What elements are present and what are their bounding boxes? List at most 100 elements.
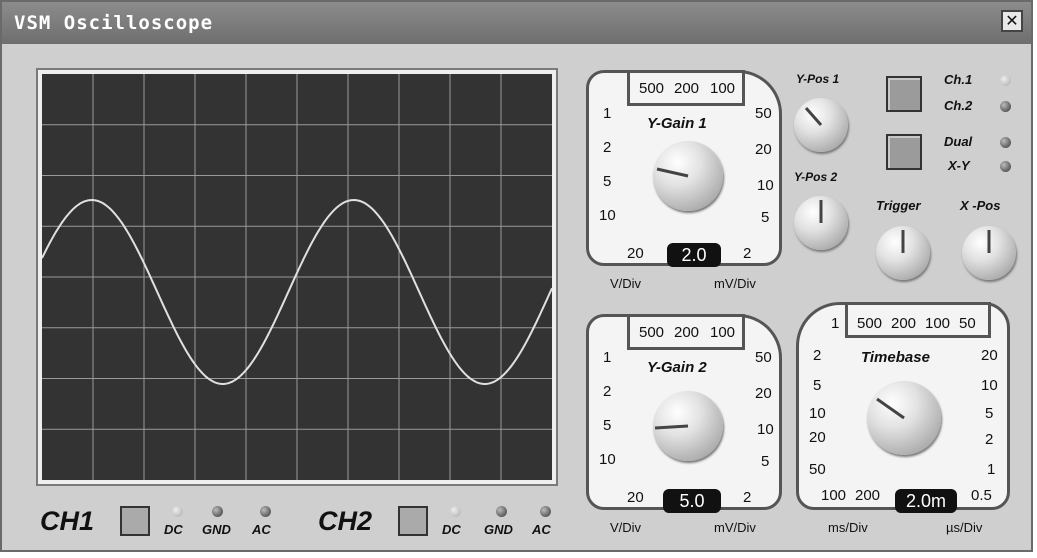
y-pos-2-knob[interactable] <box>794 196 848 250</box>
ch1-gnd-label: GND <box>202 522 231 537</box>
gain2-top-200: 200 <box>674 324 700 341</box>
ypos2-label: Y-Pos 2 <box>794 170 838 184</box>
xpos-label: X -Pos <box>960 198 1001 213</box>
gain1-unit-right: mV/Div <box>714 276 756 291</box>
tb-right-20: 20 <box>981 347 998 364</box>
ch1-ac-label: AC <box>252 522 271 537</box>
timebase-display: 2.0m <box>895 489 957 513</box>
mode-ch1-label: Ch.1 <box>944 72 973 87</box>
y-gain-2-knob[interactable] <box>653 391 723 461</box>
gain2-left-1: 1 <box>603 349 612 366</box>
gain1-right-10: 10 <box>757 177 774 194</box>
mode-ch2-label: Ch.2 <box>944 98 973 113</box>
gain1-right-20: 20 <box>755 141 772 158</box>
ch2-gnd-label: GND <box>484 522 513 537</box>
gain2-display: 5.0 <box>663 489 721 513</box>
timebase-unit-left: ms/Div <box>828 520 868 535</box>
gain2-unit-right: mV/Div <box>714 520 756 535</box>
tb-right-5: 5 <box>985 405 994 422</box>
ch1-gnd-led-icon <box>212 506 223 517</box>
trigger-knob[interactable] <box>876 226 930 280</box>
mode-xy-label: X-Y <box>948 158 970 173</box>
ch1-dc-led-icon <box>172 506 183 517</box>
tb-right-10: 10 <box>981 377 998 394</box>
title-bar[interactable]: VSM Oscilloscope ✕ <box>2 2 1031 44</box>
ch1-dc-label: DC <box>164 522 183 537</box>
scope-screen <box>42 74 552 480</box>
gain1-unit-left: V/Div <box>610 276 642 291</box>
gain2-left-5: 5 <box>603 417 612 434</box>
gain1-left-10: 10 <box>599 207 616 224</box>
ch2-dc-label: DC <box>442 522 461 537</box>
gain2-left-20: 20 <box>627 489 644 506</box>
tb-right-1: 1 <box>987 461 996 478</box>
gain2-left-10: 10 <box>599 451 616 468</box>
ch2-led-icon <box>1000 101 1011 112</box>
gain2-right-10: 10 <box>757 421 774 438</box>
gain1-left-5: 5 <box>603 173 612 190</box>
y-gain-1-panel: 500 200 100 1 2 5 10 20 50 20 10 5 2 Y-G… <box>586 70 782 267</box>
ch2-coupling-button[interactable] <box>398 506 428 536</box>
tb-top-100: 100 <box>925 315 951 332</box>
y-gain-2-panel: 500 200 100 1 2 5 10 20 50 20 10 5 2 Y-G… <box>586 314 782 513</box>
gain2-top-100: 100 <box>710 324 736 341</box>
y-pos-1-knob[interactable] <box>794 98 848 152</box>
ch1-ac-led-icon <box>260 506 271 517</box>
gain2-right-50: 50 <box>755 349 772 366</box>
ypos1-label: Y-Pos 1 <box>796 72 840 86</box>
gain2-title: Y-Gain 2 <box>647 359 707 376</box>
tb-right-0-5: 0.5 <box>971 487 992 504</box>
gain1-right-2: 2 <box>743 245 752 262</box>
tb-left-5: 5 <box>813 377 822 394</box>
tb-top-1: 1 <box>831 315 840 332</box>
tb-left-10: 10 <box>809 405 826 422</box>
ch2-dc-led-icon <box>450 506 461 517</box>
ch1-coupling-button[interactable] <box>120 506 150 536</box>
ch2-label: CH2 <box>318 506 373 536</box>
timebase-knob[interactable] <box>867 381 941 455</box>
ch1-led-icon <box>1000 75 1011 86</box>
gain1-top-200: 200 <box>674 80 700 97</box>
gain1-left-2: 2 <box>603 139 612 156</box>
window-title: VSM Oscilloscope <box>14 12 214 34</box>
gain2-top-500: 500 <box>639 324 665 341</box>
waveform-graph <box>42 74 552 480</box>
tb-top-50: 50 <box>959 315 976 332</box>
tb-right-2: 2 <box>985 431 994 448</box>
ch2-ac-led-icon <box>540 506 551 517</box>
close-button[interactable]: ✕ <box>1001 10 1023 32</box>
gain1-right-5: 5 <box>761 209 770 226</box>
gain1-title: Y-Gain 1 <box>647 115 707 132</box>
tb-left-50: 50 <box>809 461 826 478</box>
channel-select-button[interactable] <box>886 76 922 112</box>
tb-left-200: 200 <box>855 487 881 504</box>
gain1-display: 2.0 <box>667 243 721 267</box>
gain2-right-5: 5 <box>761 453 770 470</box>
gain1-left-20: 20 <box>627 245 644 262</box>
ch2-ac-label: AC <box>532 522 551 537</box>
timebase-title: Timebase <box>861 349 930 366</box>
gain1-top-100: 100 <box>710 80 736 97</box>
x-pos-knob[interactable] <box>962 226 1016 280</box>
tb-left-2: 2 <box>813 347 822 364</box>
timebase-panel: 1 500 200 100 50 2 5 10 20 50 100 200 20… <box>796 302 1010 513</box>
mode-select-button[interactable] <box>886 134 922 170</box>
tb-top-500: 500 <box>857 315 883 332</box>
trigger-label: Trigger <box>876 198 921 213</box>
gain1-right-50: 50 <box>755 105 772 122</box>
y-gain-1-knob[interactable] <box>653 141 723 211</box>
tb-left-20: 20 <box>809 429 826 446</box>
ch2-gnd-led-icon <box>496 506 507 517</box>
gain2-unit-left: V/Div <box>610 520 642 535</box>
xy-led-icon <box>1000 161 1011 172</box>
gain2-right-20: 20 <box>755 385 772 402</box>
ch1-label: CH1 <box>40 506 95 536</box>
gain2-right-2: 2 <box>743 489 752 506</box>
timebase-unit-right: µs/Div <box>946 520 983 535</box>
dual-led-icon <box>1000 137 1011 148</box>
gain1-left-1: 1 <box>603 105 612 122</box>
oscilloscope-window: VSM Oscilloscope ✕ 500 200 100 1 2 5 10 … <box>0 0 1033 552</box>
scope-display <box>36 68 558 486</box>
tb-top-200: 200 <box>891 315 917 332</box>
tb-left-100: 100 <box>821 487 847 504</box>
